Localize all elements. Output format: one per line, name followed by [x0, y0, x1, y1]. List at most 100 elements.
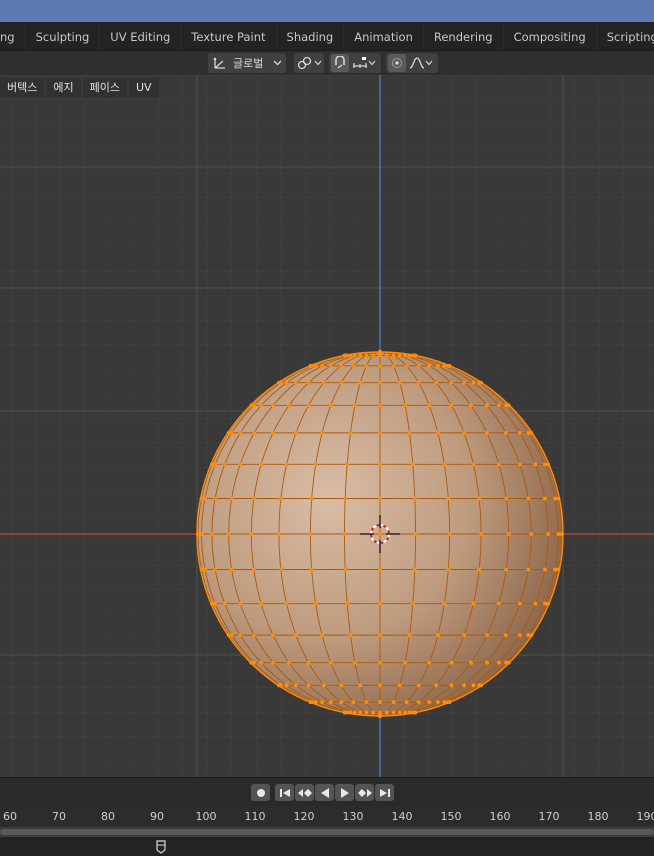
snap-magnet-icon[interactable] [331, 54, 349, 72]
chevron-down-icon [425, 60, 433, 66]
tab-scripting[interactable]: Scripting [597, 22, 654, 50]
next-keyframe-button[interactable] [355, 784, 374, 801]
vertex [358, 353, 363, 358]
vertex [479, 532, 484, 536]
frame-number-label: 110 [244, 810, 266, 823]
vertex [339, 700, 344, 705]
vertex [238, 601, 243, 606]
menu-face[interactable]: 페이스 [82, 78, 127, 98]
vertex [517, 462, 522, 467]
menu-uv[interactable]: UV [129, 78, 159, 98]
vertex [229, 430, 234, 435]
vertex [284, 462, 289, 467]
vertex [497, 601, 501, 606]
vertex [306, 660, 311, 665]
vertex [276, 532, 281, 536]
vertex [378, 683, 382, 688]
vertex [339, 380, 344, 385]
vertex [556, 532, 561, 536]
vertex [229, 567, 234, 572]
vertex [427, 660, 432, 665]
viewport-header: 글로벌 [0, 51, 654, 75]
vertex [449, 683, 454, 688]
jump-end-icon [379, 788, 390, 797]
viewport-scene [0, 75, 654, 777]
vertex [213, 567, 217, 572]
vertex [358, 710, 363, 715]
vertex [313, 462, 318, 467]
vertex [294, 683, 298, 688]
falloff-curve-icon[interactable] [409, 56, 425, 70]
vertex [309, 496, 314, 501]
jump-end-button[interactable] [375, 784, 394, 801]
proportional-edit-icon[interactable] [388, 54, 406, 72]
vertex [284, 380, 289, 385]
vertex [209, 532, 214, 536]
vertex [442, 601, 447, 606]
vertex [213, 462, 217, 467]
vertex [284, 683, 289, 688]
frame-number-label: 180 [587, 810, 609, 823]
tab-uv-editing[interactable]: UV Editing [100, 22, 182, 50]
vertex [449, 660, 454, 665]
vertex [553, 567, 557, 572]
jump-start-button[interactable] [275, 784, 294, 801]
snap-increment-icon[interactable] [352, 56, 368, 70]
transform-orientation-dropdown[interactable]: 글로벌 [208, 53, 286, 73]
vertex [259, 462, 263, 467]
menu-edge[interactable]: 에지 [46, 78, 81, 98]
vertex [251, 496, 256, 501]
vertex [306, 380, 311, 385]
timeline-scrollbar[interactable] [0, 827, 654, 837]
vertex [371, 353, 375, 358]
vertex [213, 601, 217, 606]
vertex [526, 496, 531, 501]
vertex [391, 353, 396, 358]
vertex [378, 462, 382, 467]
vertex [348, 633, 353, 638]
3d-viewport[interactable]: 버텍스 에지 페이스 UV [0, 75, 654, 777]
vertex [504, 496, 509, 501]
vertex [249, 532, 254, 536]
vertex [526, 430, 531, 435]
chevron-down-icon [273, 60, 282, 66]
tab-texture-paint[interactable]: Texture Paint [181, 22, 277, 50]
timeline-frame-ruler[interactable]: 60 70 80 90 100 110 120 130 140 150 160 170 180 190 [0, 807, 654, 827]
vertex [391, 700, 396, 705]
tab-animation[interactable]: Animation [344, 22, 424, 50]
vertex [306, 683, 311, 688]
proportional-edit-group [386, 53, 438, 73]
vertex [352, 660, 357, 665]
vertex [416, 363, 421, 368]
pivot-point-dropdown[interactable] [294, 53, 324, 73]
transform-orientation-icon [212, 56, 228, 70]
vertex [378, 660, 382, 665]
snap-group [329, 53, 381, 73]
tab-rendering[interactable]: Rendering [424, 22, 504, 50]
tab-sculpting[interactable]: Sculpting [26, 22, 101, 50]
vertex [471, 380, 476, 385]
chevron-down-icon [314, 60, 322, 66]
vertex [436, 700, 440, 705]
vertex [404, 700, 409, 705]
vertex [271, 403, 275, 408]
tab-shading[interactable]: Shading [277, 22, 345, 50]
vertex [313, 601, 318, 606]
vertex [442, 462, 447, 467]
prev-keyframe-button[interactable] [295, 784, 314, 801]
scrollbar-thumb[interactable] [0, 829, 654, 835]
vertex [351, 700, 356, 705]
vertex [294, 380, 298, 385]
vertex [412, 496, 417, 501]
vertex [503, 633, 508, 638]
vertex [238, 462, 243, 467]
tab-layout[interactable]: ng [0, 22, 26, 50]
menu-vertex[interactable]: 버텍스 [0, 78, 45, 98]
frame-number-label: 100 [195, 810, 217, 823]
record-button[interactable] [251, 784, 270, 801]
vertex [503, 430, 508, 435]
play-reverse-button[interactable] [315, 784, 334, 801]
play-button[interactable] [335, 784, 354, 801]
tab-compositing[interactable]: Compositing [504, 22, 597, 50]
vertex [320, 700, 324, 705]
